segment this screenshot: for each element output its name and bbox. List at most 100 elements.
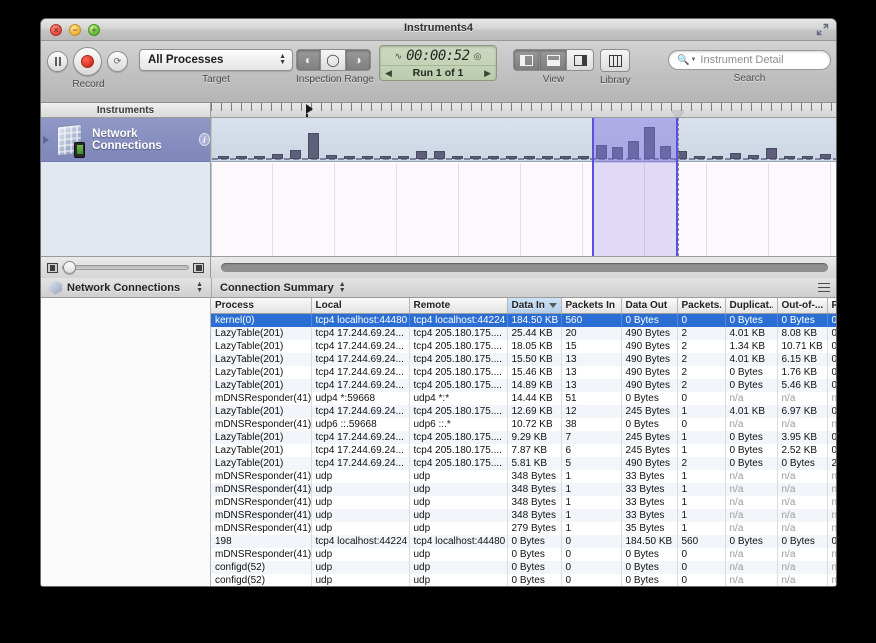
timeline-scrollbar-thumb[interactable] xyxy=(221,263,828,272)
chevron-updown-icon[interactable]: ▲▼ xyxy=(196,282,203,294)
column-header-label: Process xyxy=(215,300,307,311)
track-gridline xyxy=(458,163,459,256)
range-clear-button[interactable]: ◯ xyxy=(321,49,346,71)
track-gridline xyxy=(768,163,769,256)
table-row[interactable]: LazyTable(201)tcp4 17.244.69.24...tcp4 2… xyxy=(211,327,836,340)
column-header[interactable]: Process xyxy=(211,298,311,313)
search-field[interactable]: 🔍 ▼ Instrument Detail xyxy=(668,50,831,70)
playhead-marker[interactable] xyxy=(306,104,313,114)
track-bar xyxy=(452,156,463,159)
table-cell: 4.01 KB xyxy=(725,353,777,366)
table-row[interactable]: configd(52)udpudp0 Bytes00 Bytes0n/an/an… xyxy=(211,587,836,588)
hamburger-icon[interactable] xyxy=(818,283,830,294)
column-header[interactable]: Data Out xyxy=(621,298,677,313)
table-cell: n/a xyxy=(827,561,836,574)
table-cell: 0 xyxy=(561,561,621,574)
column-header-label: Packets... xyxy=(682,300,721,311)
table-cell: n/a xyxy=(777,418,827,431)
network-connections-track[interactable] xyxy=(211,118,836,162)
table-row[interactable]: mDNSResponder(41)udp4 *:59668udp4 *:*14.… xyxy=(211,392,836,405)
range-start-button[interactable]: ◐ xyxy=(296,49,321,71)
table-row[interactable]: LazyTable(201)tcp4 17.244.69.24...tcp4 2… xyxy=(211,431,836,444)
zoom-out-icon[interactable] xyxy=(47,263,58,273)
target-popup-button[interactable]: All Processes ▲▼ xyxy=(139,49,293,71)
table-row[interactable]: LazyTable(201)tcp4 17.244.69.24...tcp4 2… xyxy=(211,444,836,457)
pause-button[interactable] xyxy=(47,51,68,72)
table-row[interactable]: mDNSResponder(41)udpudp348 Bytes133 Byte… xyxy=(211,509,836,522)
prev-run-button[interactable]: ◀ xyxy=(385,68,392,79)
table-row[interactable]: mDNSResponder(41)udpudp0 Bytes00 Bytes0n… xyxy=(211,548,836,561)
loop-button[interactable]: ⟳ xyxy=(107,51,128,72)
column-header[interactable]: Out-of-... xyxy=(777,298,827,313)
table-cell: 14.44 KB xyxy=(507,392,561,405)
table-row[interactable]: kernel(0)tcp4 localhost:44480tcp4 localh… xyxy=(211,313,836,327)
table-row[interactable]: configd(52)udpudp0 Bytes00 Bytes0n/an/an… xyxy=(211,561,836,574)
track-gridline xyxy=(706,163,707,256)
disclosure-triangle-icon[interactable] xyxy=(43,136,49,144)
view-right-panel-button[interactable] xyxy=(567,49,594,71)
track-bar xyxy=(272,154,283,159)
fullscreen-icon[interactable] xyxy=(816,23,829,36)
table-row[interactable]: mDNSResponder(41)udp6 ::.59668udp6 ::.*1… xyxy=(211,418,836,431)
sidebar-item-network-connections[interactable]: Network Connections i xyxy=(41,118,210,162)
track-bar xyxy=(578,156,589,159)
view-left-panel-button[interactable] xyxy=(513,49,540,71)
record-button[interactable] xyxy=(73,47,102,76)
table-cell: n/a xyxy=(827,418,836,431)
breadcrumb-view-label: Connection Summary xyxy=(220,282,334,294)
table-row[interactable]: LazyTable(201)tcp4 17.244.69.24...tcp4 2… xyxy=(211,457,836,470)
table-row[interactable]: LazyTable(201)tcp4 17.244.69.24...tcp4 2… xyxy=(211,379,836,392)
table-row[interactable]: mDNSResponder(41)udpudp348 Bytes133 Byte… xyxy=(211,483,836,496)
track-area[interactable] xyxy=(211,118,836,256)
table-row[interactable]: LazyTable(201)tcp4 17.244.69.24...tcp4 2… xyxy=(211,366,836,379)
table-row[interactable]: LazyTable(201)tcp4 17.244.69.24...tcp4 2… xyxy=(211,340,836,353)
search-label: Search xyxy=(668,73,831,84)
timeline-area: Instruments Network Connections i xyxy=(41,103,836,278)
range-end-button[interactable]: ◑ xyxy=(346,49,371,71)
chevron-updown-icon[interactable]: ▲▼ xyxy=(339,282,346,294)
table-row[interactable]: 198tcp4 localhost:44224tcp4 localhost:44… xyxy=(211,535,836,548)
table-row[interactable]: LazyTable(201)tcp4 17.244.69.24...tcp4 2… xyxy=(211,405,836,418)
info-badge-icon[interactable]: i xyxy=(199,133,210,146)
table-row[interactable]: mDNSResponder(41)udpudp279 Bytes135 Byte… xyxy=(211,522,836,535)
table-row[interactable]: configd(52)udpudp0 Bytes00 Bytes0n/an/an… xyxy=(211,574,836,587)
network-connections-icon xyxy=(55,123,84,157)
column-header[interactable]: Packets In xyxy=(561,298,621,313)
table-row[interactable]: LazyTable(201)tcp4 17.244.69.24...tcp4 2… xyxy=(211,353,836,366)
zoom-slider-track[interactable] xyxy=(62,265,189,270)
track-bar xyxy=(766,148,777,159)
table-row[interactable]: mDNSResponder(41)udpudp348 Bytes133 Byte… xyxy=(211,496,836,509)
column-header[interactable]: Duplicat... xyxy=(725,298,777,313)
table-row[interactable]: mDNSResponder(41)udpudp348 Bytes133 Byte… xyxy=(211,470,836,483)
track-bar xyxy=(542,156,553,159)
zoom-slider-knob[interactable] xyxy=(63,261,76,274)
column-header[interactable]: Retran xyxy=(827,298,836,313)
connection-summary-table-wrap[interactable]: Process LocalRemoteData InPackets InData … xyxy=(211,298,836,587)
zoom-in-icon[interactable] xyxy=(193,263,204,273)
view-bottom-panel-button[interactable] xyxy=(540,49,567,71)
record-label: Record xyxy=(47,79,130,90)
zoom-slider-group[interactable] xyxy=(41,257,211,278)
column-header[interactable]: Packets... xyxy=(677,298,725,313)
column-header[interactable]: Local xyxy=(311,298,409,313)
table-cell: 1 xyxy=(561,522,621,535)
column-header[interactable]: Data In xyxy=(507,298,561,313)
table-cell: n/a xyxy=(725,561,777,574)
table-cell: 0 Bytes xyxy=(621,392,677,405)
breadcrumb-instrument[interactable]: Network Connections ▲▼ xyxy=(41,278,211,297)
time-ruler[interactable] xyxy=(211,103,836,118)
table-cell: 33 Bytes xyxy=(621,496,677,509)
table-cell: n/a xyxy=(725,496,777,509)
run-time-display[interactable]: ∿ 00:00:52 ◎ ◀ Run 1 of 1 ▶ xyxy=(379,45,497,81)
table-cell: tcp4 17.244.69.24... xyxy=(311,353,409,366)
table-cell: mDNSResponder(41) xyxy=(211,418,311,431)
library-button[interactable] xyxy=(600,49,630,72)
column-header[interactable]: Remote xyxy=(409,298,507,313)
table-cell: 0 Bytes xyxy=(507,574,561,587)
timeline-scrollbar-wrap[interactable] xyxy=(211,263,836,272)
record-controls-group: ⟳ Record xyxy=(47,47,130,90)
next-run-button[interactable]: ▶ xyxy=(484,68,491,79)
range-handle-icon[interactable] xyxy=(672,111,684,118)
table-cell: 1 xyxy=(677,483,725,496)
breadcrumb-view[interactable]: Connection Summary ▲▼ xyxy=(212,278,354,297)
